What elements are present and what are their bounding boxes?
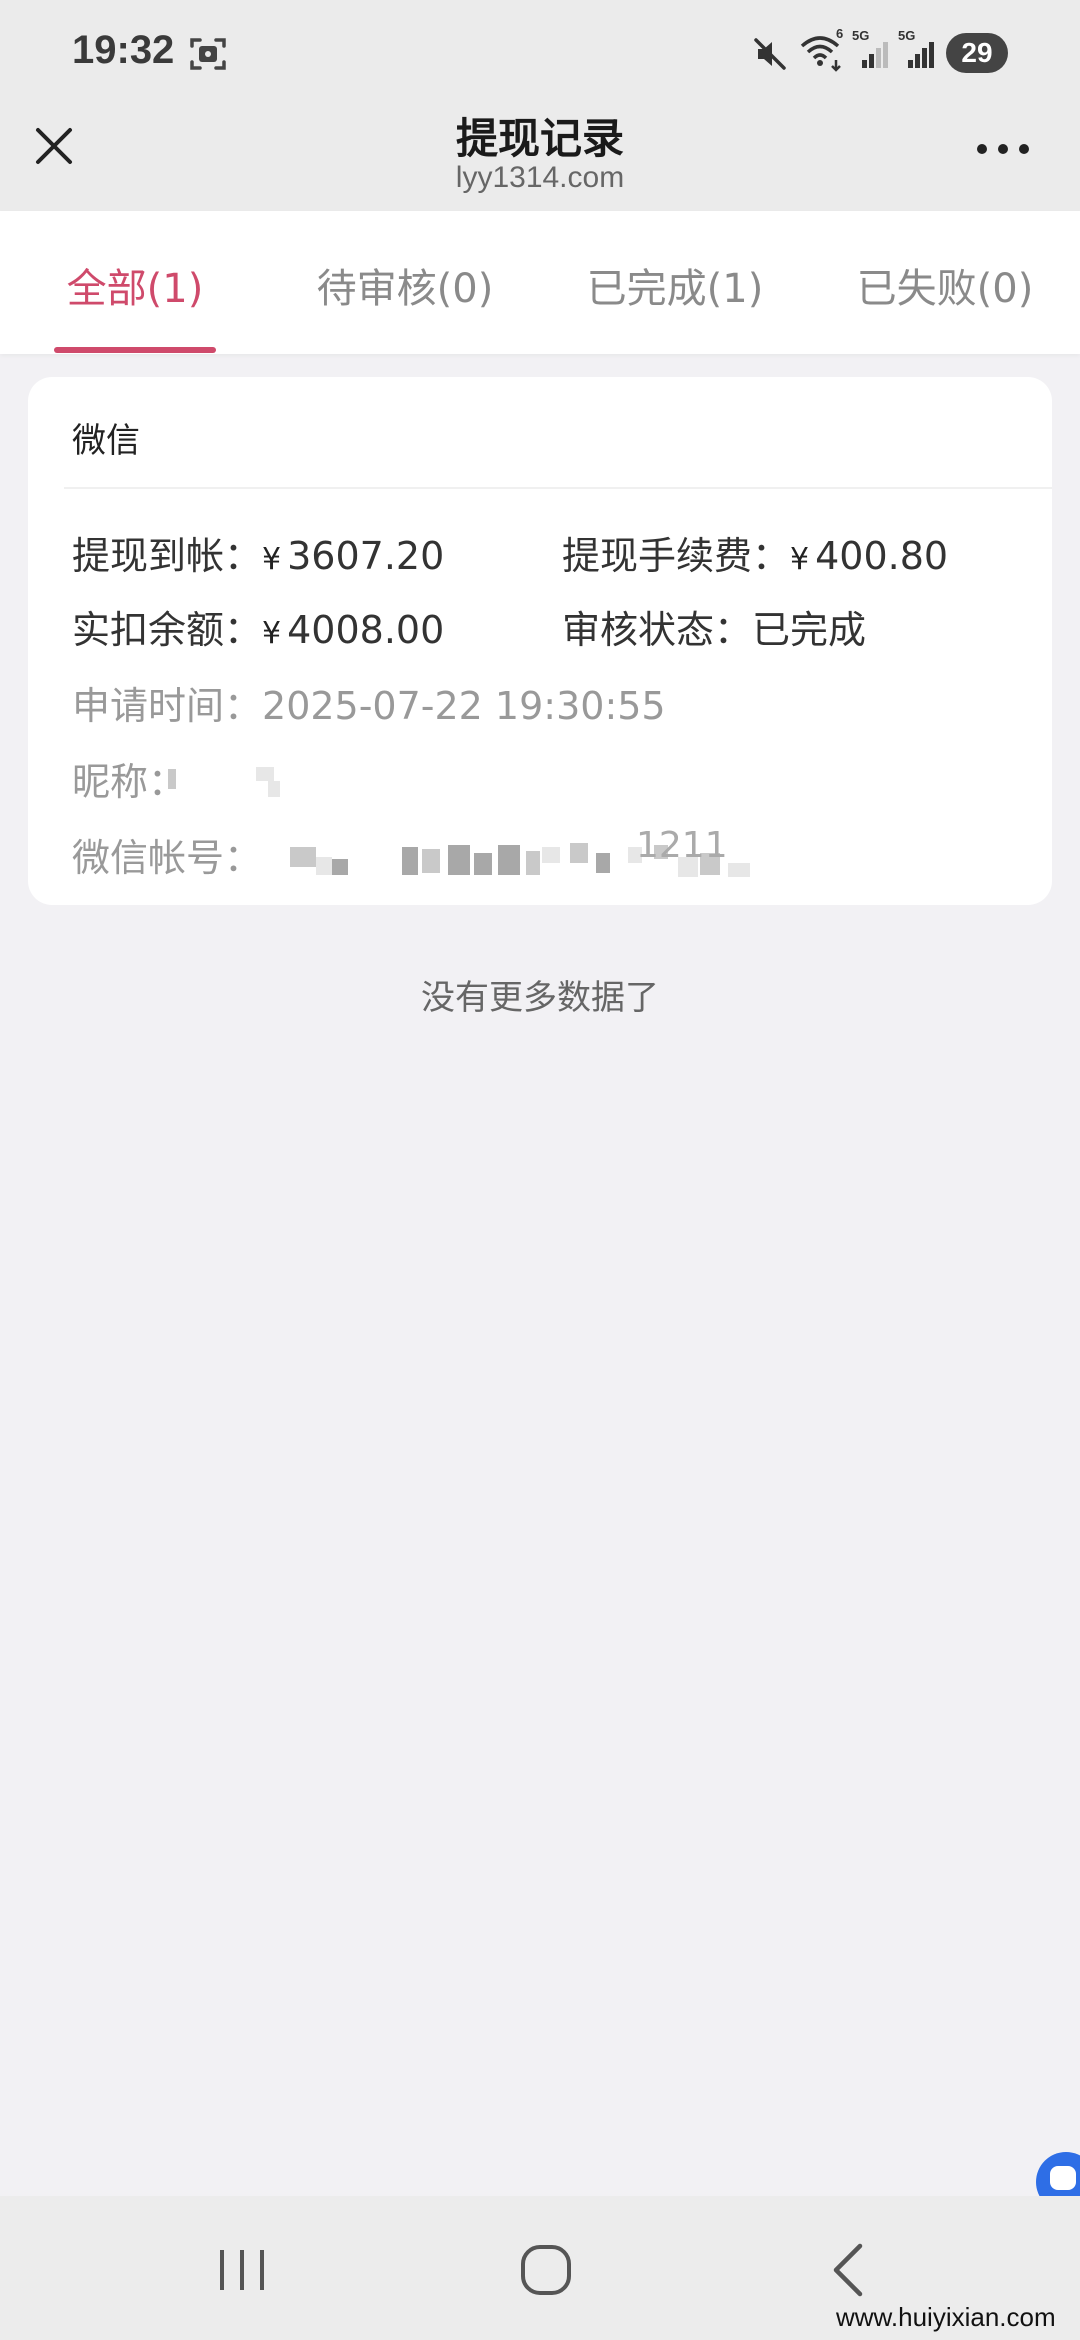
page-title: 提现记录: [455, 114, 624, 163]
app-header: 提现记录 lyy1314.com: [0, 105, 1080, 211]
battery-indicator: 29: [946, 33, 1008, 73]
page-url: lyy1314.com: [455, 161, 625, 194]
wechat-account-field: 微信帐号：: [72, 827, 262, 882]
currency-symbol: ¥: [790, 542, 810, 577]
watermark: www.huiyixian.com: [836, 2302, 1056, 2332]
screenshot-icon: [190, 38, 226, 70]
status-bar: 19:32 6 5G 5G 29: [0, 0, 1080, 105]
deducted-balance-field: 实扣余额：¥ 4008.00: [72, 599, 444, 654]
deducted-balance-value: 4008.00: [287, 608, 445, 652]
currency-symbol: ¥: [262, 616, 282, 651]
tab-completed[interactable]: 已完成(1): [570, 259, 780, 319]
fee-field: 提现手续费：¥ 400.80: [562, 525, 948, 580]
back-icon[interactable]: [820, 2240, 876, 2300]
deducted-balance-label: 实扣余额：: [72, 608, 263, 652]
list-end-message: 没有更多数据了: [421, 978, 659, 1018]
nickname-redaction: [256, 767, 274, 781]
tab-pending[interactable]: 待审核(0): [300, 259, 510, 319]
network-type-label: 5G: [898, 28, 916, 43]
nickname-redaction: [168, 769, 176, 789]
apply-time-value: 2025-07-22 19:30:55: [262, 684, 666, 728]
wifi-label: 6: [836, 26, 844, 41]
active-tab-indicator: [54, 347, 216, 353]
tab-failed[interactable]: 已失败(0): [840, 259, 1050, 319]
wechat-account-label: 微信帐号：: [72, 836, 263, 880]
currency-symbol: ¥: [262, 542, 282, 577]
review-status-label: 审核状态：: [562, 608, 753, 652]
fee-label: 提现手续费：: [562, 534, 791, 578]
nickname-redaction: [268, 781, 280, 797]
card-divider: [64, 487, 1052, 489]
home-icon[interactable]: [516, 2240, 576, 2300]
arrived-amount-label: 提现到帐：: [72, 534, 263, 578]
more-icon[interactable]: [968, 129, 1038, 169]
status-tabs: 全部(1) 待审核(0) 已完成(1) 已失败(0): [0, 211, 1080, 354]
recent-apps-icon[interactable]: [214, 2242, 270, 2298]
mute-icon: [754, 38, 786, 70]
chat-icon: [1050, 2166, 1076, 2190]
arrived-amount-field: 提现到帐：¥ 3607.20: [72, 525, 444, 580]
wechat-account-visible: 1211: [636, 825, 728, 866]
withdrawal-record-card[interactable]: 微信 提现到帐：¥ 3607.20 提现手续费：¥ 400.80 实扣余额：¥ 400…: [28, 377, 1052, 905]
arrived-amount-value: 3607.20: [287, 534, 445, 578]
network-type-label: 5G: [852, 28, 870, 43]
apply-time-field: 申请时间：2025-07-22 19:30:55: [72, 675, 666, 730]
review-status-value: 已完成: [752, 608, 867, 652]
apply-time-label: 申请时间：: [72, 684, 263, 728]
status-time: 19:32: [72, 28, 175, 72]
tab-all[interactable]: 全部(1): [40, 259, 230, 319]
review-status-field: 审核状态：已完成: [562, 599, 866, 654]
withdrawal-channel: 微信: [72, 421, 140, 461]
fee-value: 400.80: [815, 534, 949, 578]
system-navigation-bar: www.huiyixian.com: [0, 2196, 1080, 2340]
